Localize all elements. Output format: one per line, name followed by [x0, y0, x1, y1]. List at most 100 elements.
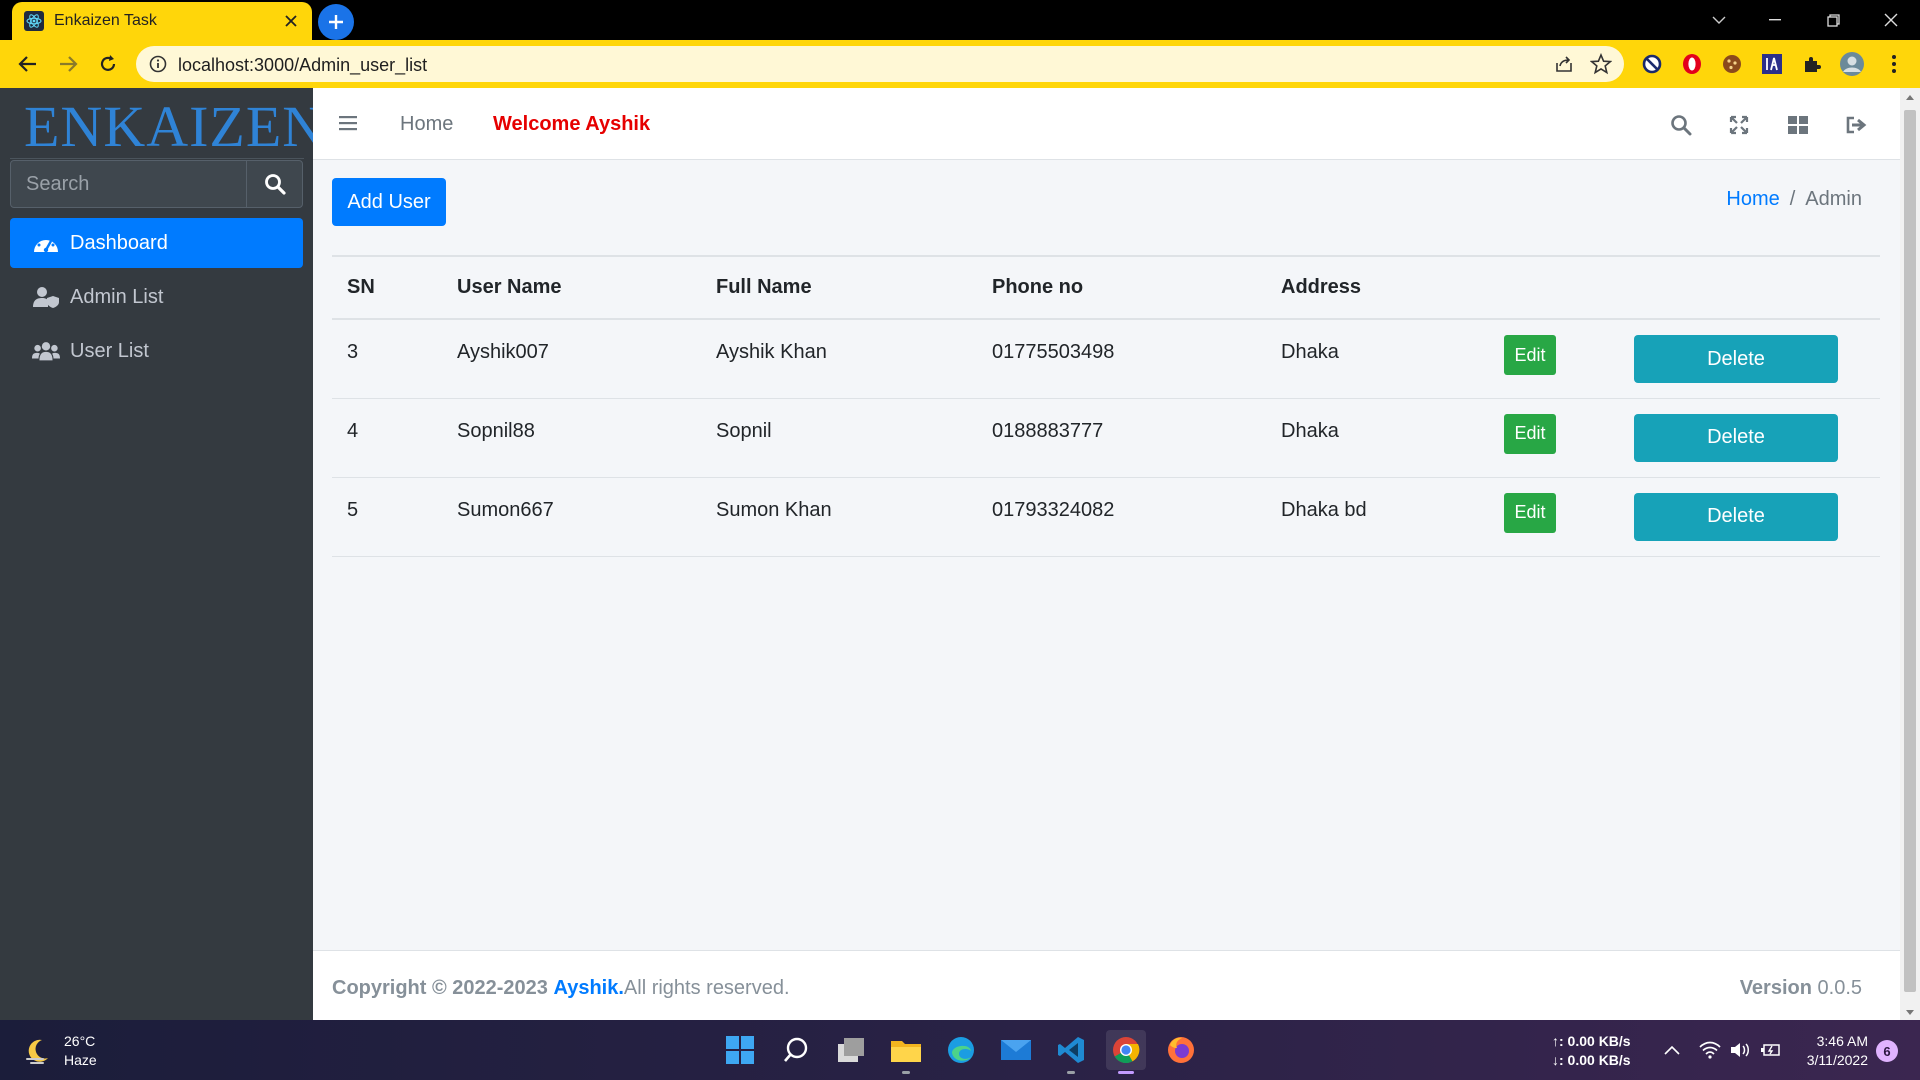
user-table: SN User Name Full Name Phone no Address …	[332, 255, 1880, 557]
cell-delete: Delete	[1599, 398, 1880, 478]
extensions-puzzle-icon[interactable]	[1798, 50, 1826, 78]
edit-button[interactable]: Edit	[1504, 413, 1556, 454]
rights-text: All rights reserved.	[623, 977, 790, 999]
profile-avatar-icon[interactable]	[1838, 50, 1866, 78]
cell-address: Dhaka	[1266, 398, 1489, 478]
delete-button[interactable]: Delete	[1634, 413, 1838, 462]
volume-icon[interactable]	[1726, 1030, 1754, 1070]
cell-username: Sumon667	[442, 477, 701, 557]
react-favicon-icon	[24, 11, 44, 31]
close-tab-icon[interactable]	[280, 10, 302, 32]
taskbar-search-icon[interactable]	[776, 1030, 816, 1070]
version-info: Version 0.0.5	[1740, 977, 1862, 1000]
cell-fullname: Sumon Khan	[701, 477, 977, 557]
sidebar-item-dashboard[interactable]: Dashboard	[10, 218, 303, 268]
cell-edit: Edit	[1489, 398, 1599, 478]
page-footer: Copyright © 2022-2023 Ayshik.All rights …	[313, 950, 1900, 1020]
block-extension-icon[interactable]	[1638, 50, 1666, 78]
share-icon[interactable]	[1554, 54, 1574, 74]
brand-logo[interactable]: ENKAIZEN	[24, 92, 325, 162]
delete-button[interactable]: Delete	[1634, 492, 1838, 541]
wifi-icon[interactable]	[1696, 1030, 1724, 1070]
column-header-user-name: User Name	[442, 257, 701, 320]
edit-button[interactable]: Edit	[1504, 335, 1556, 375]
new-tab-button[interactable]	[318, 4, 354, 40]
windows-start-icon[interactable]	[720, 1030, 760, 1070]
breadcrumb-home-link[interactable]: Home	[1726, 188, 1779, 210]
chrome-icon[interactable]	[1106, 1030, 1146, 1074]
header-home-link[interactable]: Home	[400, 113, 453, 136]
grid-apps-icon[interactable]	[1785, 112, 1811, 138]
mail-icon[interactable]	[996, 1030, 1036, 1070]
column-header-phone: Phone no	[977, 257, 1266, 320]
vscode-icon[interactable]	[1051, 1030, 1091, 1074]
cell-username: Sopnil88	[442, 398, 701, 478]
browser-tab-strip: Enkaizen Task	[0, 0, 1920, 40]
add-user-button[interactable]: Add User	[332, 178, 446, 226]
scrollbar-thumb[interactable]	[1904, 110, 1916, 992]
table-row: 4 Sopnil88 Sopnil 0188883777 Dhaka Edit …	[332, 398, 1880, 478]
delete-button[interactable]: Delete	[1634, 335, 1838, 383]
temperature: 26°C	[64, 1033, 96, 1049]
edit-button[interactable]: Edit	[1504, 492, 1556, 533]
browser-menu-icon[interactable]	[1880, 50, 1908, 78]
sidebar-search	[10, 160, 303, 208]
sidebar: ENKAIZEN Dashboard Admin List User List	[0, 88, 324, 1020]
author-link[interactable]: Ayshik.	[554, 977, 624, 999]
show-hidden-icons-chevron-icon[interactable]	[1658, 1030, 1686, 1070]
clock-time: 3:46 AM	[1816, 1033, 1868, 1049]
browser-tab[interactable]: Enkaizen Task	[12, 2, 312, 40]
address-bar[interactable]: localhost:3000/Admin_user_list	[136, 46, 1624, 82]
cell-fullname: Ayshik Khan	[701, 319, 977, 399]
main-content: Add User Home / Admin SN User Name Full Na…	[313, 160, 1900, 950]
task-view-icon[interactable]	[831, 1030, 871, 1070]
brand-divider	[10, 158, 304, 159]
opera-extension-icon[interactable]	[1678, 50, 1706, 78]
sidebar-item-user-list[interactable]: User List	[10, 326, 303, 376]
sidebar-item-label: Dashboard	[70, 231, 168, 254]
weather-widget[interactable]: 26°C Haze	[22, 1032, 97, 1070]
battery-icon[interactable]	[1756, 1030, 1784, 1070]
breadcrumb-current: Admin	[1805, 188, 1862, 210]
logout-icon[interactable]	[1844, 112, 1870, 138]
forward-icon[interactable]	[50, 46, 86, 82]
windows-taskbar: 26°C Haze ↑: 0.00 KB/s ↓: 0.00 KB/s 3:46…	[0, 1020, 1920, 1080]
tab-search-icon[interactable]	[1690, 0, 1748, 40]
search-button[interactable]	[246, 161, 302, 207]
system-clock[interactable]: 3:46 AM 3/11/2022	[1800, 1032, 1868, 1070]
firefox-icon[interactable]	[1161, 1030, 1201, 1070]
running-indicator	[1067, 1071, 1075, 1074]
sidebar-item-admin-list[interactable]: Admin List	[10, 272, 303, 322]
cell-phone: 0188883777	[977, 398, 1266, 478]
upload-speed: ↑: 0.00 KB/s	[1552, 1033, 1631, 1049]
page-vertical-scrollbar[interactable]	[1900, 88, 1920, 1020]
cell-fullname: Sopnil	[701, 398, 977, 478]
hamburger-menu-icon[interactable]	[339, 114, 359, 132]
search-input[interactable]	[11, 161, 246, 207]
running-indicator	[902, 1071, 910, 1074]
breadcrumb: Home / Admin	[1726, 188, 1862, 211]
edge-browser-icon[interactable]	[941, 1030, 981, 1070]
search-icon	[264, 174, 286, 195]
breadcrumb-separator: /	[1789, 188, 1796, 210]
sidebar-item-label: Admin List	[70, 285, 164, 308]
fullscreen-icon[interactable]	[1726, 112, 1752, 138]
cell-edit: Edit	[1489, 319, 1599, 399]
close-window-icon[interactable]	[1862, 0, 1920, 40]
table-row: 3 Ayshik007 Ayshik Khan 01775503498 Dhak…	[332, 319, 1880, 399]
minimize-icon[interactable]	[1746, 0, 1804, 40]
cookie-extension-icon[interactable]	[1718, 50, 1746, 78]
bookmark-star-icon[interactable]	[1590, 53, 1612, 75]
notification-badge[interactable]: 6	[1876, 1040, 1898, 1062]
file-explorer-icon[interactable]	[886, 1030, 926, 1074]
welcome-text: Welcome Ayshik	[493, 113, 651, 135]
restore-icon[interactable]	[1804, 0, 1862, 40]
ia-extension-icon[interactable]	[1758, 50, 1786, 78]
reload-icon[interactable]	[90, 46, 126, 82]
site-info-icon[interactable]	[148, 54, 168, 74]
cell-sn: 4	[332, 398, 442, 478]
column-header-address: Address	[1266, 257, 1489, 320]
header-search-icon[interactable]	[1668, 112, 1694, 138]
back-icon[interactable]	[10, 46, 46, 82]
cell-sn: 5	[332, 477, 442, 557]
